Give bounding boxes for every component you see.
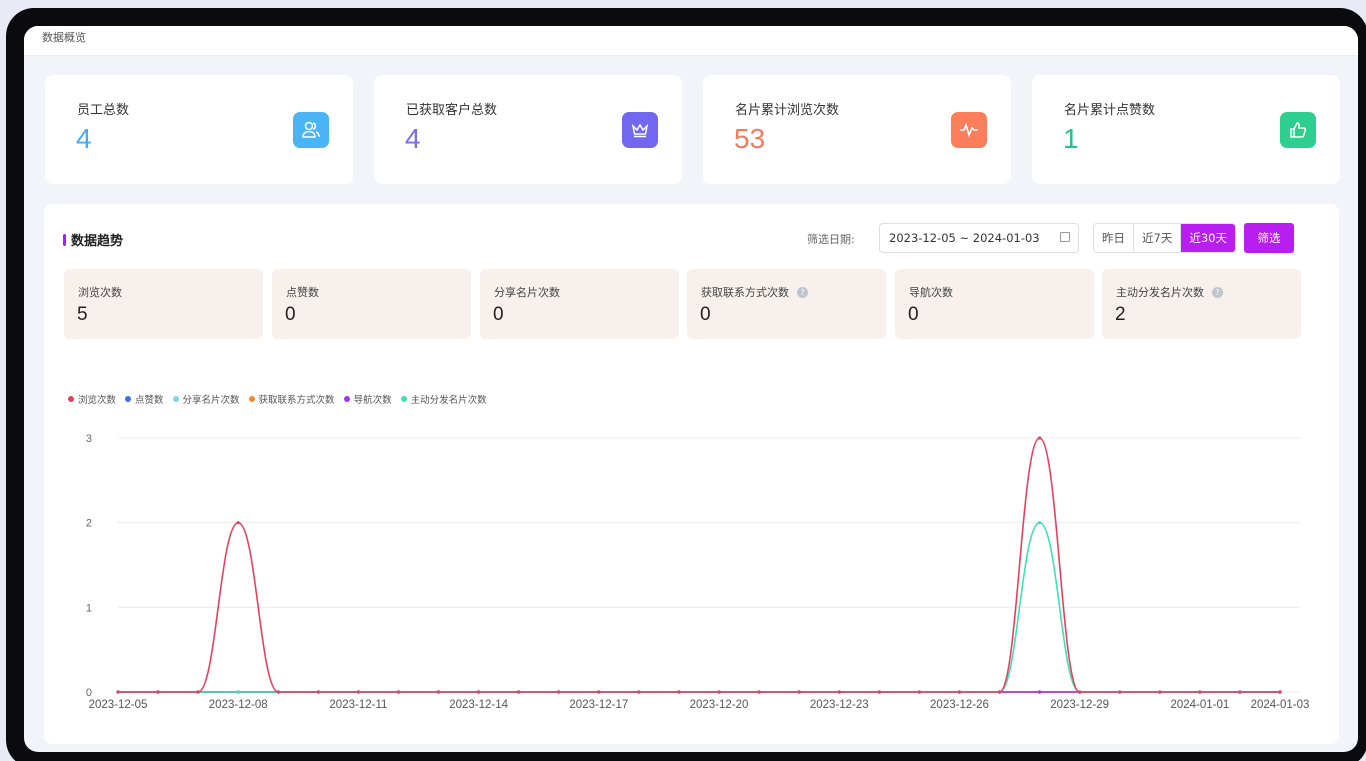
thumbs-up-icon (1280, 112, 1316, 148)
breadcrumb: 数据概览 (42, 31, 86, 44)
card-views: 名片累计浏览次数 53 (703, 75, 1011, 184)
x-tick-label: 2023-12-05 (89, 699, 148, 711)
x-tick-label: 2023-12-23 (810, 699, 869, 711)
data-point (1238, 690, 1242, 694)
card-title: 名片累计点赞数 (1064, 103, 1156, 118)
data-point (557, 690, 561, 694)
y-tick-label: 3 (86, 433, 92, 445)
x-tick-label: 2023-12-26 (930, 699, 989, 711)
data-point (396, 690, 401, 694)
crown-icon (622, 112, 658, 148)
trend-panel: 数据趋势 筛选日期: 2023-12-05 ~ 2024-01-03 昨日 近7… (44, 204, 1339, 744)
data-point (957, 690, 962, 694)
y-tick-label: 1 (86, 602, 92, 614)
data-point (717, 690, 721, 694)
x-tick-label: 2023-12-11 (329, 699, 387, 711)
data-point (196, 690, 200, 694)
card-customers: 已获取客户总数 4 (374, 75, 682, 184)
data-point (276, 690, 280, 694)
y-tick-label: 0 (86, 687, 92, 699)
data-point (1198, 690, 1202, 694)
pulse-icon (951, 112, 987, 148)
data-point (1078, 690, 1082, 694)
data-point (156, 690, 160, 694)
data-point (1037, 690, 1042, 694)
data-point (917, 690, 921, 694)
data-point (1278, 690, 1282, 694)
card-value: 4 (76, 123, 92, 154)
x-tick-label: 2023-12-08 (209, 699, 268, 711)
data-point (997, 690, 1002, 694)
data-point (236, 690, 240, 694)
data-point (877, 690, 881, 694)
x-tick-label: 2023-12-14 (449, 699, 508, 711)
card-employees: 员工总数 4 (45, 75, 353, 184)
card-value: 4 (405, 123, 421, 154)
x-tick-label: 2023-12-20 (690, 699, 749, 711)
card-likes: 名片累计点赞数 1 (1032, 75, 1340, 184)
card-value: 53 (734, 123, 766, 154)
card-title: 员工总数 (77, 103, 130, 118)
data-point (1158, 690, 1162, 694)
top-bar: 数据概览 (24, 26, 1358, 56)
data-point (517, 690, 521, 694)
data-point (1037, 436, 1042, 440)
series-line (118, 437, 1280, 693)
users-icon (293, 112, 329, 148)
data-point (356, 690, 361, 694)
data-point (436, 690, 441, 694)
data-point (597, 690, 601, 694)
data-point (677, 690, 681, 694)
data-point (757, 690, 761, 694)
card-title: 名片累计浏览次数 (735, 103, 840, 118)
card-title: 已获取客户总数 (406, 103, 498, 118)
data-point (116, 690, 120, 694)
x-tick-label: 2023-12-29 (1050, 699, 1109, 711)
data-point (316, 690, 320, 694)
data-point (837, 690, 841, 694)
y-tick-label: 2 (86, 518, 92, 530)
app-screen: 数据概览 员工总数 4 已获取客户总数 4 名片累计浏览次数 53 名片累计点赞… (24, 26, 1358, 752)
data-point (637, 690, 641, 694)
x-tick-label: 2023-12-17 (569, 699, 628, 711)
x-tick-label: 2024-01-03 (1251, 699, 1310, 711)
data-point (236, 521, 240, 525)
data-point (797, 690, 801, 694)
x-tick-label: 2024-01-01 (1170, 699, 1229, 711)
data-point (1118, 690, 1122, 694)
data-point (477, 690, 481, 694)
card-value: 1 (1063, 123, 1079, 154)
data-point (1037, 521, 1042, 525)
trend-line-chart: 0 1 2 3 2023-12-05 2023-12-08 2023-12-11 2023-1… (86, 433, 1310, 711)
